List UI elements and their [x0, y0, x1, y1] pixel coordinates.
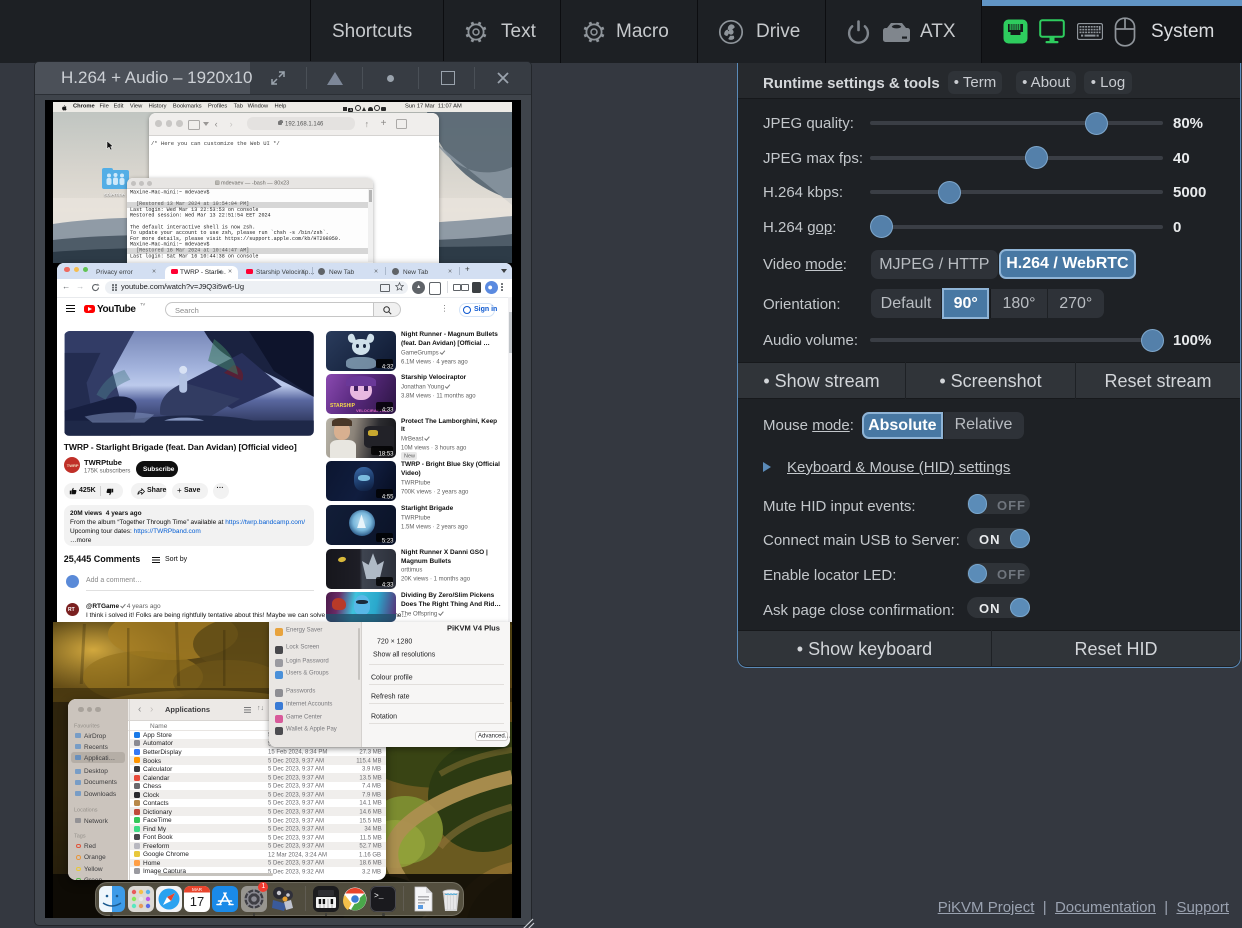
svg-text:>_: >_: [374, 892, 384, 901]
svg-text:17: 17: [190, 894, 204, 909]
svg-text:MAR: MAR: [192, 887, 203, 892]
